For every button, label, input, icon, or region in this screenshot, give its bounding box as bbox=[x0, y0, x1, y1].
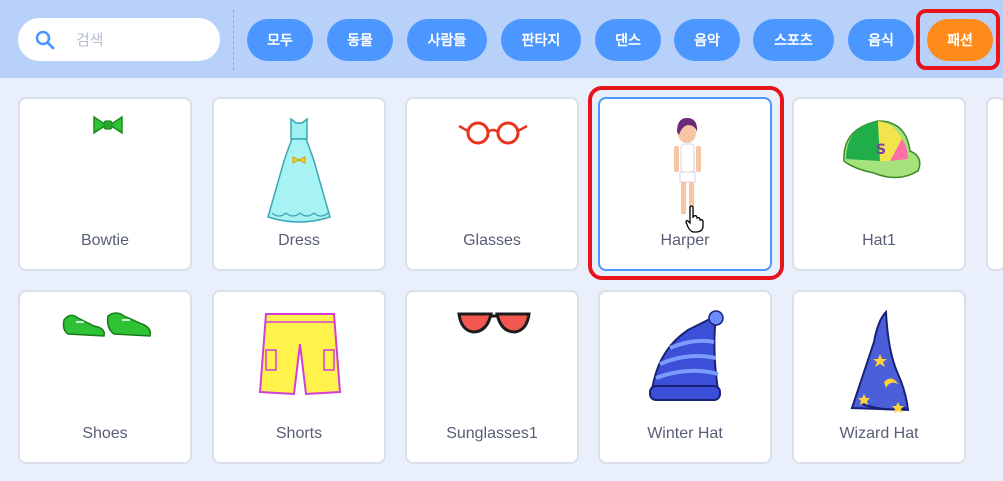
sprite-name: Wizard Hat bbox=[839, 425, 919, 442]
sprite-card-shorts[interactable]: Shorts bbox=[212, 290, 386, 464]
wizard-hat-icon bbox=[850, 309, 910, 413]
svg-text:S: S bbox=[876, 142, 886, 158]
category-label: 사람들 bbox=[427, 33, 467, 49]
sprite-card-shoes[interactable]: Shoes bbox=[18, 290, 192, 464]
category-label: 동물 bbox=[347, 33, 373, 49]
sprite-name: Dress bbox=[278, 232, 320, 249]
dress-icon bbox=[267, 117, 331, 223]
sprite-card-winter-hat[interactable]: Winter Hat bbox=[598, 290, 772, 464]
sprite-name: Sunglasses1 bbox=[446, 425, 538, 442]
winter-hat-icon bbox=[649, 310, 724, 401]
category-label: 댄스 bbox=[615, 33, 641, 49]
sprite-card-bowtie[interactable]: Bowtie bbox=[18, 97, 192, 271]
search-icon bbox=[35, 30, 55, 50]
category-label: 음식 bbox=[868, 33, 894, 49]
search-input[interactable]: 검색 bbox=[76, 29, 104, 50]
category-people[interactable]: 사람들 bbox=[407, 19, 487, 61]
category-label: 음악 bbox=[694, 33, 720, 49]
shoes-icon bbox=[62, 312, 152, 337]
sunglasses-icon bbox=[457, 312, 531, 334]
category-bar: 검색 모두 동물 사람들 판타지 댄스 음악 스포츠 음식 패션 bbox=[0, 0, 1003, 78]
category-label: 스포츠 bbox=[774, 33, 813, 49]
sprite-card-partial[interactable] bbox=[986, 97, 1003, 271]
category-music[interactable]: 음악 bbox=[674, 19, 740, 61]
search-box[interactable]: 검색 bbox=[18, 18, 220, 61]
sprite-card-hat1[interactable]: S Hat1 bbox=[792, 97, 966, 271]
glasses-icon bbox=[458, 121, 528, 145]
sprite-card-glasses[interactable]: Glasses bbox=[405, 97, 579, 271]
sprite-name: Winter Hat bbox=[647, 425, 723, 442]
harper-highlight bbox=[588, 86, 784, 280]
category-food[interactable]: 음식 bbox=[848, 19, 914, 61]
bowtie-icon bbox=[93, 115, 123, 135]
sprite-name: Shoes bbox=[82, 425, 128, 442]
category-animals[interactable]: 동물 bbox=[327, 19, 393, 61]
fashion-highlight bbox=[916, 9, 1000, 70]
category-label: 판타지 bbox=[521, 33, 561, 49]
category-fantasy[interactable]: 판타지 bbox=[501, 19, 581, 61]
divider bbox=[233, 10, 234, 70]
sprite-card-sunglasses1[interactable]: Sunglasses1 bbox=[405, 290, 579, 464]
category-label: 모두 bbox=[267, 33, 293, 49]
sprite-name: Hat1 bbox=[862, 232, 896, 249]
sprite-name: Bowtie bbox=[80, 232, 130, 249]
sprite-name: Shorts bbox=[275, 425, 323, 442]
shorts-icon bbox=[258, 313, 342, 396]
sprite-card-wizard-hat[interactable]: Wizard Hat bbox=[792, 290, 966, 464]
category-sports[interactable]: 스포츠 bbox=[753, 19, 834, 61]
cap-icon: S bbox=[843, 120, 921, 179]
hand-cursor-icon bbox=[685, 205, 704, 233]
category-dance[interactable]: 댄스 bbox=[595, 19, 661, 61]
sprite-name: Glasses bbox=[463, 232, 521, 249]
category-all[interactable]: 모두 bbox=[247, 19, 313, 61]
sprite-card-dress[interactable]: Dress bbox=[212, 97, 386, 271]
